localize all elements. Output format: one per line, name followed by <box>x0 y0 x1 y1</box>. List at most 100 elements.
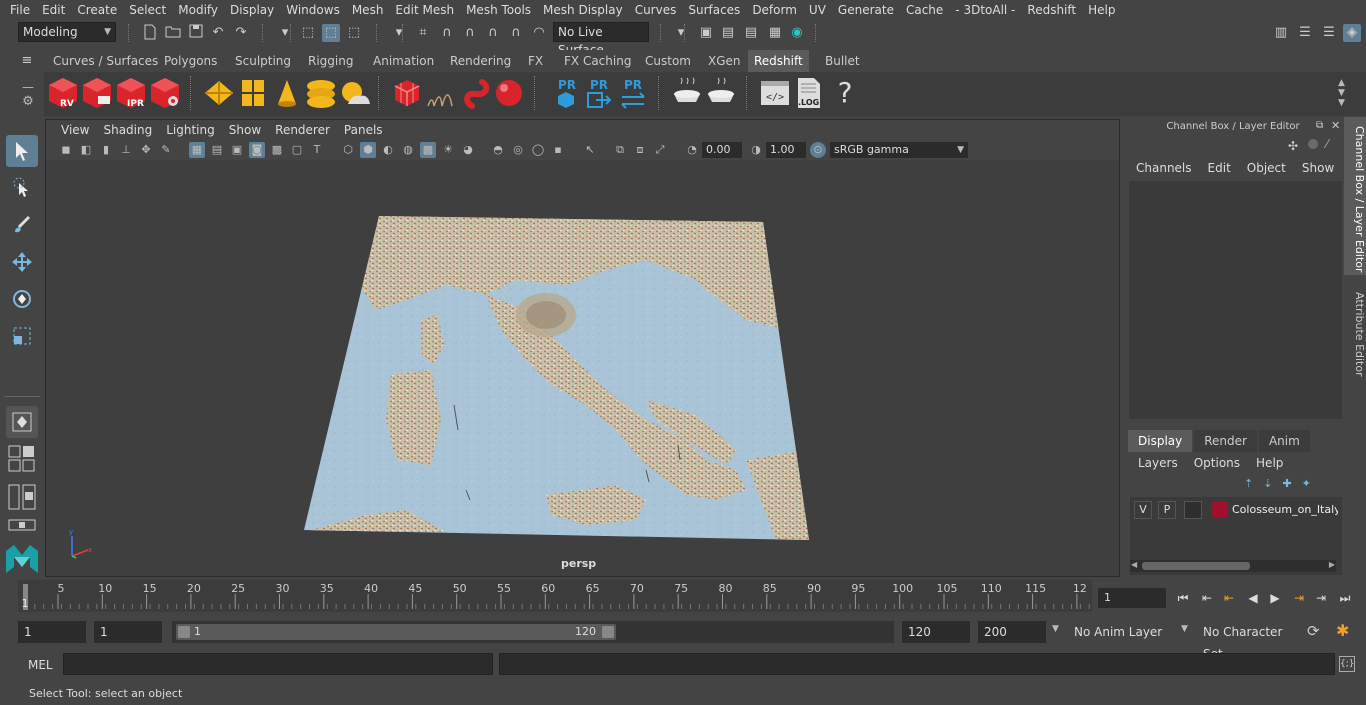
redshift-proxy-icon[interactable] <box>202 76 236 110</box>
snap-live-icon[interactable]: ◠ <box>530 24 548 42</box>
exposure-icon[interactable]: ◔ <box>684 142 700 158</box>
help-icon[interactable]: ? <box>828 76 862 110</box>
range-bar[interactable]: 1 120 <box>176 624 616 640</box>
safe-title-icon[interactable]: T <box>309 142 325 158</box>
tab-sculpting[interactable]: Sculpting <box>229 50 298 72</box>
shelf-settings-icon[interactable]: — ⚙ <box>18 80 38 110</box>
live-surface-field[interactable]: No Live Surface <box>553 22 649 57</box>
cb-menu-object[interactable]: Object <box>1239 161 1294 175</box>
play-forwards-icon[interactable]: ▶ <box>1266 590 1284 606</box>
menu-generate[interactable]: Generate <box>832 0 900 20</box>
layer-color-swatch[interactable] <box>1212 502 1228 518</box>
default-material-icon[interactable]: ◐ <box>380 142 396 158</box>
pin-icon[interactable]: ⁄ <box>1326 137 1328 151</box>
step-forward-frame-icon[interactable]: ⇥ <box>1290 590 1308 606</box>
menu-surfaces[interactable]: Surfaces <box>682 0 746 20</box>
pr-cube-icon[interactable]: PR <box>550 76 584 110</box>
tab-animation[interactable]: Animation <box>367 50 441 72</box>
exposure-field[interactable]: 0.00 <box>702 142 742 158</box>
log-file-icon[interactable]: .LOG <box>792 76 826 110</box>
attribute-editor-toggle-icon[interactable]: ☰ <box>1296 24 1314 42</box>
menu-uv[interactable]: UV <box>803 0 832 20</box>
tab-render[interactable]: Render <box>1194 430 1257 452</box>
tab-redshift[interactable]: Redshift <box>748 50 809 72</box>
vp-menu-renderer[interactable]: Renderer <box>268 123 337 137</box>
menu-windows[interactable]: Windows <box>280 0 346 20</box>
move-layer-down-icon[interactable]: ⇣ <box>1263 477 1282 490</box>
menu-mesh[interactable]: Mesh <box>346 0 390 20</box>
history-icon[interactable]: ▾ <box>672 24 690 42</box>
menu-3dtoall[interactable]: - 3DtoAll - <box>949 0 1021 20</box>
selection-mask-dropdown-icon[interactable]: ▾ <box>390 24 408 42</box>
render-frame-icon[interactable]: ▤ <box>719 24 737 42</box>
select-hierarchy-icon[interactable]: ⬚ <box>299 24 317 42</box>
motion-blur-icon[interactable]: ◎ <box>510 142 526 158</box>
mode-dropdown[interactable]: Modeling ▼ <box>18 22 116 42</box>
viewport-persp[interactable]: View Shading Lighting Show Renderer Pane… <box>45 119 1120 577</box>
redshift-render-view-icon[interactable]: RV <box>46 76 80 110</box>
go-to-start-icon[interactable]: ⏮ <box>1174 590 1192 606</box>
anim-end-field[interactable]: 200 <box>978 621 1046 643</box>
character-set-dropdown[interactable]: No Character Set <box>1197 621 1299 661</box>
hypershade-icon[interactable]: ◉ <box>788 24 806 42</box>
menu-display[interactable]: Display <box>224 0 280 20</box>
scroll-right-icon[interactable]: ▶ <box>1329 560 1335 569</box>
scale-tool-icon[interactable] <box>6 320 38 352</box>
isolate-select-icon[interactable]: ↖ <box>582 142 598 158</box>
menu-mesh-tools[interactable]: Mesh Tools <box>460 0 537 20</box>
resolution-gate-icon[interactable]: ▣ <box>229 142 245 158</box>
redshift-sun-sky-icon[interactable] <box>338 76 372 110</box>
select-object-icon[interactable]: ⬚ <box>322 24 340 42</box>
layer-row[interactable]: V P Colosseum_on_Italy_M <box>1134 501 1338 519</box>
rotate-tool-icon[interactable] <box>6 283 38 315</box>
grid-icon[interactable]: ▦ <box>189 142 205 158</box>
tab-rigging[interactable]: Rigging <box>302 50 360 72</box>
step-forward-key-icon[interactable]: ⇥ <box>1312 590 1330 606</box>
channel-box-toggle-icon[interactable]: ◈ <box>1343 24 1361 42</box>
new-layer-icon[interactable]: ✚ <box>1282 477 1301 490</box>
float-panel-icon[interactable]: ⧉ <box>1316 120 1323 131</box>
shelf-menu-icon[interactable]: ≡ <box>18 52 36 70</box>
time-slider[interactable]: 5 10 15 20 25 30 35 40 45 50 55 60 65 70 75 80 85 90 95 100… <box>18 580 1092 612</box>
playback-end-field[interactable]: 120 <box>902 621 970 643</box>
command-input[interactable] <box>63 653 493 675</box>
render-settings-icon[interactable]: ▣ <box>697 24 715 42</box>
camera-attributes-icon[interactable]: ◧ <box>78 142 94 158</box>
menu-edit[interactable]: Edit <box>36 0 71 20</box>
select-camera-icon[interactable]: ◼ <box>58 142 74 158</box>
cb-menu-channels[interactable]: Channels <box>1128 161 1200 175</box>
xray-components-icon[interactable]: ⤢ <box>652 142 668 158</box>
vp-menu-view[interactable]: View <box>54 123 96 137</box>
close-icon[interactable]: ✕ <box>1331 119 1340 132</box>
chevron-down-icon[interactable]: ▼ <box>1052 624 1059 634</box>
select-component-icon[interactable]: ⬚ <box>345 24 363 42</box>
anti-aliasing-icon[interactable]: ◯ <box>530 142 546 158</box>
scrollbar-thumb[interactable] <box>1142 562 1250 570</box>
screen-space-ao-icon[interactable]: ◓ <box>490 142 506 158</box>
pan-zoom-icon[interactable]: ✥ <box>138 142 154 158</box>
tab-channel-box-layer-editor[interactable]: Channel Box / Layer Editor <box>1344 117 1366 275</box>
depth-of-field-icon[interactable]: ▪ <box>550 142 566 158</box>
redshift-batch-render-icon[interactable] <box>80 76 114 110</box>
safe-action-icon[interactable]: ▢ <box>289 142 305 158</box>
menu-mesh-display[interactable]: Mesh Display <box>537 0 629 20</box>
range-start-handle[interactable] <box>178 626 190 638</box>
bake-pie-icon[interactable] <box>670 76 704 110</box>
snap-grid-icon[interactable]: ⌗ <box>414 24 432 42</box>
redshift-material-ball-icon[interactable] <box>492 76 526 110</box>
render-view-icon[interactable]: ▦ <box>766 24 784 42</box>
last-tool-icon[interactable] <box>6 406 38 438</box>
step-back-key-icon[interactable]: ⇤ <box>1198 590 1216 606</box>
ipr-render-icon[interactable]: ▤ <box>742 24 760 42</box>
redshift-hair-icon[interactable] <box>424 76 458 110</box>
shadows-icon[interactable]: ◕ <box>460 142 476 158</box>
select-tool-icon[interactable] <box>6 135 38 167</box>
cb-menu-show[interactable]: Show <box>1294 161 1342 175</box>
gamma-field[interactable]: 1.00 <box>766 142 806 158</box>
view-transform-dropdown[interactable]: sRGB gamma ▼ <box>830 142 968 158</box>
layout-single-icon[interactable] <box>8 519 36 531</box>
menu-edit-mesh[interactable]: Edit Mesh <box>389 0 460 20</box>
redshift-tiles-icon[interactable] <box>236 76 270 110</box>
playback-start-field[interactable]: 1 <box>94 621 162 643</box>
menu-redshift[interactable]: Redshift <box>1021 0 1082 20</box>
